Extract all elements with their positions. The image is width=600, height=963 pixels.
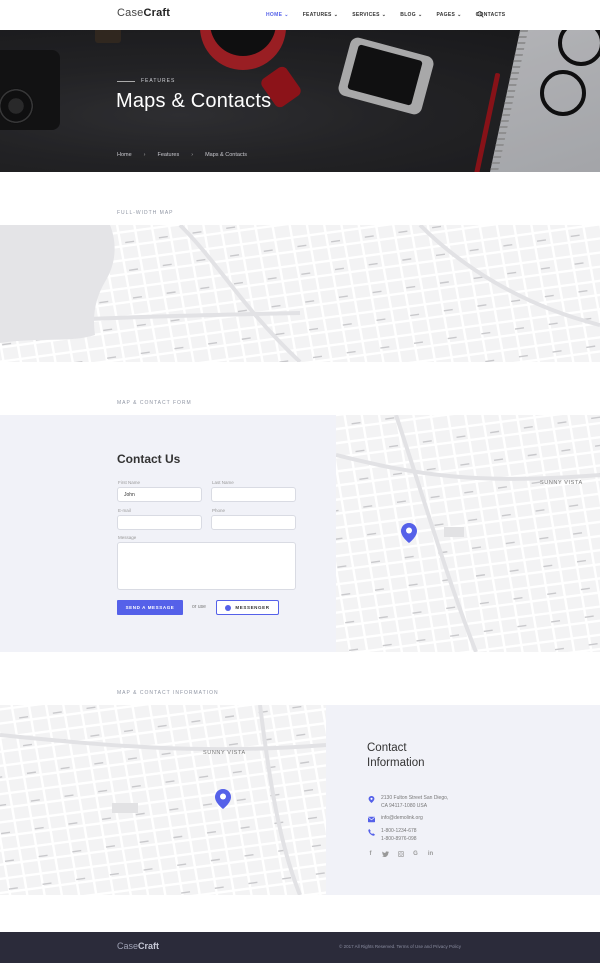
nav-services-label: SERVICES xyxy=(352,12,380,18)
nav-features[interactable]: FEATURES ⌄ xyxy=(303,12,338,18)
nav-pages[interactable]: PAGES ⌄ xyxy=(436,12,461,18)
footer-logo-bold: Craft xyxy=(138,941,160,951)
social-links: f G in xyxy=(367,850,442,857)
messenger-icon xyxy=(225,604,232,611)
phone-number-1[interactable]: 1-800-1234-678 xyxy=(381,828,417,836)
email-label: E-mail xyxy=(118,508,131,513)
message-textarea[interactable] xyxy=(117,542,296,590)
logo-light-text: Case xyxy=(117,7,144,19)
breadcrumb-separator: › xyxy=(191,152,194,158)
send-message-button[interactable]: SEND A MESSAGE xyxy=(117,600,183,615)
footer-logo[interactable]: CaseCraft xyxy=(117,941,159,951)
breadcrumb-current: Maps & Contacts xyxy=(205,152,247,158)
first-name-field[interactable]: John xyxy=(117,487,202,502)
site-header: CaseCraft HOME ⌄ FEATURES ⌄ SERVICES ⌄ BLOG… xyxy=(0,0,600,30)
nav-home[interactable]: HOME ⌄ xyxy=(266,12,289,18)
instagram-glyph xyxy=(397,850,404,857)
twitter-icon[interactable] xyxy=(382,850,389,857)
page-title: Maps & Contacts xyxy=(116,90,272,112)
logo-bold-text: Craft xyxy=(143,7,171,19)
map-pin-icon[interactable] xyxy=(401,523,417,543)
map-area-label: SUNNY VISTA xyxy=(540,480,583,486)
nav-home-label: HOME xyxy=(266,12,283,18)
nav-services[interactable]: SERVICES ⌄ xyxy=(352,12,386,18)
instagram-icon[interactable] xyxy=(397,850,404,857)
breadcrumb-home[interactable]: Home xyxy=(117,152,132,158)
location-pin-icon xyxy=(368,796,375,803)
map-streets: SUNNY VISTA xyxy=(336,415,600,652)
map-streets: SUNNY VISTAMID-BAYFRONT xyxy=(0,225,600,362)
breadcrumb-features[interactable]: Features xyxy=(158,152,180,158)
footer-copyright: © 2017 All Rights Reserved. Terms of Use… xyxy=(339,944,462,949)
google-plus-icon[interactable]: G xyxy=(412,850,419,857)
email-field[interactable] xyxy=(117,515,202,530)
phone-label: Phone xyxy=(212,508,226,513)
logo[interactable]: CaseCraft xyxy=(117,7,170,19)
mail-icon xyxy=(368,816,375,823)
contact-info-title: Contact Information xyxy=(367,742,425,769)
chevron-down-icon: ⌄ xyxy=(381,12,387,18)
address-row: 2130 Fulton Street San Diego, CA 94117-1… xyxy=(368,795,448,810)
contact-form-title: Contact Us xyxy=(117,452,181,466)
eyebrow-line xyxy=(117,80,135,82)
email-link[interactable]: info@demolink.org xyxy=(381,815,423,823)
search-icon[interactable] xyxy=(477,11,484,18)
nav-pages-label: PAGES xyxy=(436,12,456,18)
email-row: info@demolink.org xyxy=(368,815,423,823)
last-name-field[interactable] xyxy=(211,487,296,502)
hero-banner xyxy=(0,30,600,172)
phone-row: 1-800-1234-678 1-800-8976-098 xyxy=(368,828,417,843)
hero-overlay xyxy=(0,30,600,172)
full-width-map[interactable]: SUNNY VISTAMID-BAYFRONT xyxy=(0,225,600,362)
nav-blog-label: BLOG xyxy=(400,12,416,18)
messenger-button[interactable]: MESSENGER xyxy=(216,600,279,615)
map-area-label: SUNNY VISTA xyxy=(203,750,246,756)
first-name-label: First Name xyxy=(118,480,141,485)
phone-text: 1-800-1234-678 1-800-8976-098 xyxy=(381,828,417,843)
last-name-label: Last Name xyxy=(212,480,234,485)
address-text: 2130 Fulton Street San Diego, CA 94117-1… xyxy=(381,795,448,810)
map-streets: SUNNY VISTA xyxy=(0,705,326,895)
contact-form-map[interactable]: SUNNY VISTA xyxy=(336,415,600,652)
chevron-down-icon: ⌄ xyxy=(333,12,339,18)
contact-info-map[interactable]: SUNNY VISTA xyxy=(0,705,326,895)
breadcrumb: Home › Features › Maps & Contacts xyxy=(117,152,247,158)
section-label-full-width-map: FULL-WIDTH MAP xyxy=(117,210,174,216)
address-line-2: CA 94117-1080 USA xyxy=(381,802,428,809)
linkedin-icon[interactable]: in xyxy=(427,850,434,857)
section-label-map-contact-info: MAP & CONTACT INFORMATION xyxy=(117,690,219,696)
twitter-bird-glyph xyxy=(382,850,389,857)
footer-logo-light: Case xyxy=(117,941,139,951)
eyebrow-text: FEATURES xyxy=(141,78,176,84)
phone-number-2[interactable]: 1-800-8976-098 xyxy=(381,836,417,844)
address-line-1: 2130 Fulton Street San Diego, xyxy=(381,795,449,801)
message-label: Message xyxy=(118,535,137,540)
chevron-down-icon: ⌄ xyxy=(284,12,289,18)
or-use-text: or use xyxy=(192,604,206,610)
breadcrumb-separator: › xyxy=(143,152,146,158)
hero-eyebrow: FEATURES xyxy=(117,78,175,84)
phone-icon xyxy=(368,829,375,836)
facebook-icon[interactable]: f xyxy=(367,850,374,857)
messenger-label: MESSENGER xyxy=(235,605,270,610)
chevron-down-icon: ⌄ xyxy=(457,12,462,18)
nav-features-label: FEATURES xyxy=(302,12,332,18)
chevron-down-icon: ⌄ xyxy=(417,12,423,18)
site-footer xyxy=(0,932,600,963)
nav-blog[interactable]: BLOG ⌄ xyxy=(400,12,422,18)
phone-field[interactable] xyxy=(211,515,296,530)
section-label-map-contact-form: MAP & CONTACT FORM xyxy=(117,400,192,406)
